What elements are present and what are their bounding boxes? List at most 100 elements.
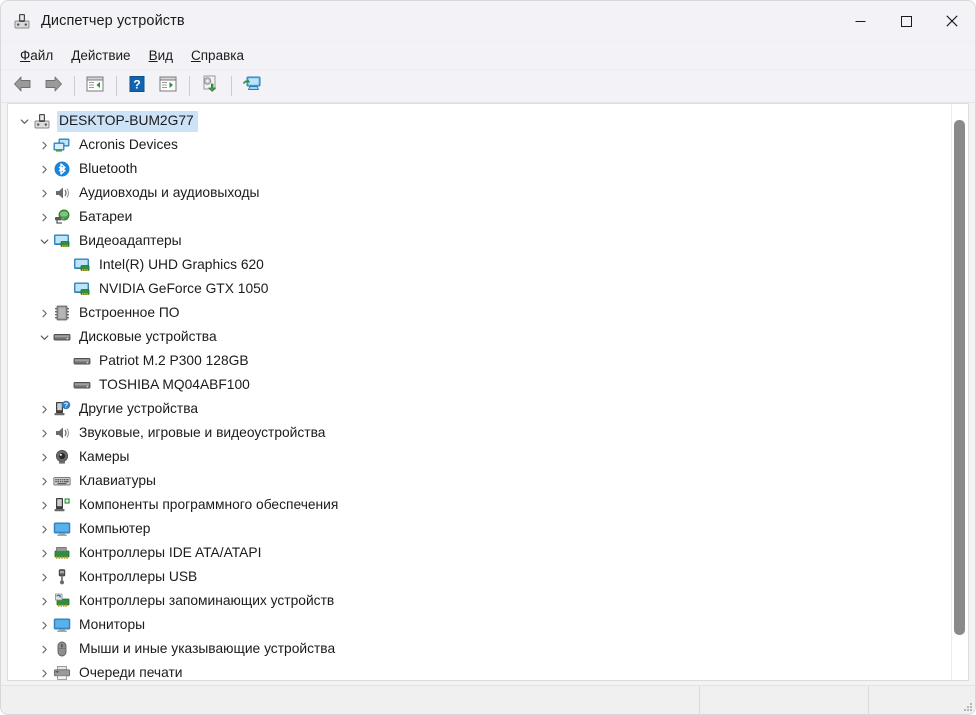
tree-item-sound-video-game-controllers[interactable]: Звуковые, игровые и видеоустройства <box>8 421 952 445</box>
chevron-right-icon[interactable] <box>36 477 53 486</box>
menu-help[interactable]: Справка <box>182 45 253 66</box>
disk-drive-icon <box>53 328 71 346</box>
help-button[interactable]: ? <box>122 73 152 99</box>
menu-help-rest: правка <box>200 48 244 63</box>
tree-item-toshiba-mq04abf100[interactable]: TOSHIBA MQ04ABF100 <box>8 373 952 397</box>
tree-item-display-adapters[interactable]: Видеоадаптеры <box>8 229 952 253</box>
tree-item-computer[interactable]: Компьютер <box>8 517 952 541</box>
tree-item-audio-inputs-outputs[interactable]: Аудиовходы и аудиовыходы <box>8 181 952 205</box>
tree-item-batteries[interactable]: Батареи <box>8 205 952 229</box>
back-button[interactable] <box>7 73 37 99</box>
title-bar: Диспетчер устройств <box>1 1 975 42</box>
vertical-scrollbar[interactable] <box>951 104 968 680</box>
tree-item-label: Контроллеры USB <box>79 568 198 584</box>
chevron-right-icon[interactable] <box>36 213 53 222</box>
chevron-right-icon[interactable] <box>36 501 53 510</box>
chevron-right-icon[interactable] <box>36 549 53 558</box>
menu-view[interactable]: Вид <box>140 45 182 66</box>
arrow-left-icon <box>13 76 32 97</box>
chevron-right-icon[interactable] <box>36 597 53 606</box>
minimize-button[interactable] <box>837 1 883 41</box>
camera-icon <box>53 448 71 466</box>
menu-action[interactable]: Действие <box>62 45 139 66</box>
tree-item-cameras[interactable]: Камеры <box>8 445 952 469</box>
chevron-right-icon[interactable] <box>36 645 53 654</box>
show-hide-console-tree-button[interactable] <box>80 73 110 99</box>
menu-help-mnemonic: С <box>191 48 201 63</box>
scan-hardware-changes-button[interactable] <box>237 73 267 99</box>
storage-controller-icon <box>53 592 71 610</box>
chevron-down-icon[interactable] <box>36 333 53 342</box>
tree-item-print-queues[interactable]: Очереди печати <box>8 661 952 680</box>
chevron-right-icon[interactable] <box>36 453 53 462</box>
tree-item-nvidia-geforce-gtx-1050[interactable]: NVIDIA GeForce GTX 1050 <box>8 277 952 301</box>
menu-action-mnemonic: Д <box>71 48 81 63</box>
chevron-right-icon[interactable] <box>36 669 53 678</box>
chevron-right-icon[interactable] <box>36 189 53 198</box>
tree-item-label: Bluetooth <box>79 160 138 176</box>
menu-view-mnemonic: В <box>148 48 158 63</box>
tree-item-label: Очереди печати <box>79 664 183 680</box>
toolbar-separator-2 <box>116 76 117 96</box>
forward-button[interactable] <box>38 73 68 99</box>
update-driver-button[interactable] <box>195 73 225 99</box>
ide-controller-icon <box>53 544 71 562</box>
window-title: Диспетчер устройств <box>41 13 185 29</box>
tree-item-label: Мониторы <box>79 616 146 632</box>
toolbar-separator-4 <box>231 76 232 96</box>
device-tree[interactable]: DESKTOP-BUM2G77 Acronis Devices Bluetoot… <box>8 104 952 680</box>
tree-item-label: Acronis Devices <box>79 136 178 152</box>
speaker-icon <box>53 424 71 442</box>
chevron-right-icon[interactable] <box>36 429 53 438</box>
close-button[interactable] <box>929 1 975 41</box>
scroll-down-button[interactable] <box>952 664 968 680</box>
tree-item-label: Дисковые устройства <box>79 328 217 344</box>
tree-item-keyboards[interactable]: Клавиатуры <box>8 469 952 493</box>
monitor-icon <box>53 616 71 634</box>
svg-text:?: ? <box>64 403 68 410</box>
tree-item-label: Клавиатуры <box>79 472 156 488</box>
chevron-right-icon[interactable] <box>36 573 53 582</box>
tree-item-firmware[interactable]: Встроенное ПО <box>8 301 952 325</box>
chevron-right-icon[interactable] <box>36 525 53 534</box>
network-devices-icon <box>53 136 71 154</box>
tree-item-label: TOSHIBA MQ04ABF100 <box>99 376 250 392</box>
vertical-scroll-thumb[interactable] <box>954 120 965 635</box>
tree-item-software-components[interactable]: Компоненты программного обеспечения <box>8 493 952 517</box>
chevron-right-icon[interactable] <box>36 621 53 630</box>
question-mark-icon: ? <box>129 75 145 97</box>
chevron-right-icon[interactable] <box>36 141 53 150</box>
device-manager-icon <box>13 12 31 30</box>
tree-item-monitors[interactable]: Мониторы <box>8 613 952 637</box>
display-adapter-icon <box>73 280 91 298</box>
tree-item-intel-uhd-graphics-620[interactable]: Intel(R) UHD Graphics 620 <box>8 253 952 277</box>
resize-grip-icon[interactable] <box>961 700 973 712</box>
tree-item-usb-controllers[interactable]: Контроллеры USB <box>8 565 952 589</box>
status-pane-secondary <box>699 686 868 714</box>
tree-item-storage-controllers[interactable]: Контроллеры запоминающих устройств <box>8 589 952 613</box>
menu-file-rest: айл <box>30 48 54 63</box>
chevron-down-icon[interactable] <box>36 237 53 246</box>
tree-item-disk-drives[interactable]: Дисковые устройства <box>8 325 952 349</box>
tree-item-acronis-devices[interactable]: Acronis Devices <box>8 133 952 157</box>
tree-item-other-devices[interactable]: ? Другие устройства <box>8 397 952 421</box>
chevron-right-icon[interactable] <box>36 309 53 318</box>
firmware-chip-icon <box>53 304 71 322</box>
tree-item-patriot-m2-p300-128gb[interactable]: Patriot M.2 P300 128GB <box>8 349 952 373</box>
properties-button[interactable] <box>153 73 183 99</box>
tree-item-desktop-bum2g77[interactable]: DESKTOP-BUM2G77 <box>8 109 952 133</box>
menu-file[interactable]: Файл <box>11 45 62 66</box>
tree-item-ide-ata-atapi-controllers[interactable]: Контроллеры IDE ATA/ATAPI <box>8 541 952 565</box>
tree-item-label: Видеоадаптеры <box>79 232 182 248</box>
chevron-down-icon[interactable] <box>16 117 33 126</box>
mouse-icon <box>53 640 71 658</box>
tree-panel: DESKTOP-BUM2G77 Acronis Devices Bluetoot… <box>7 103 969 681</box>
chevron-right-icon[interactable] <box>36 405 53 414</box>
tree-item-mice-pointing-devices[interactable]: Мыши и иные указывающие устройства <box>8 637 952 661</box>
tree-item-label: Patriot M.2 P300 128GB <box>99 352 249 368</box>
scroll-up-button[interactable] <box>952 104 968 120</box>
chevron-right-icon[interactable] <box>36 165 53 174</box>
scan-hardware-icon <box>242 75 262 97</box>
tree-item-bluetooth[interactable]: Bluetooth <box>8 157 952 181</box>
maximize-button[interactable] <box>883 1 929 41</box>
